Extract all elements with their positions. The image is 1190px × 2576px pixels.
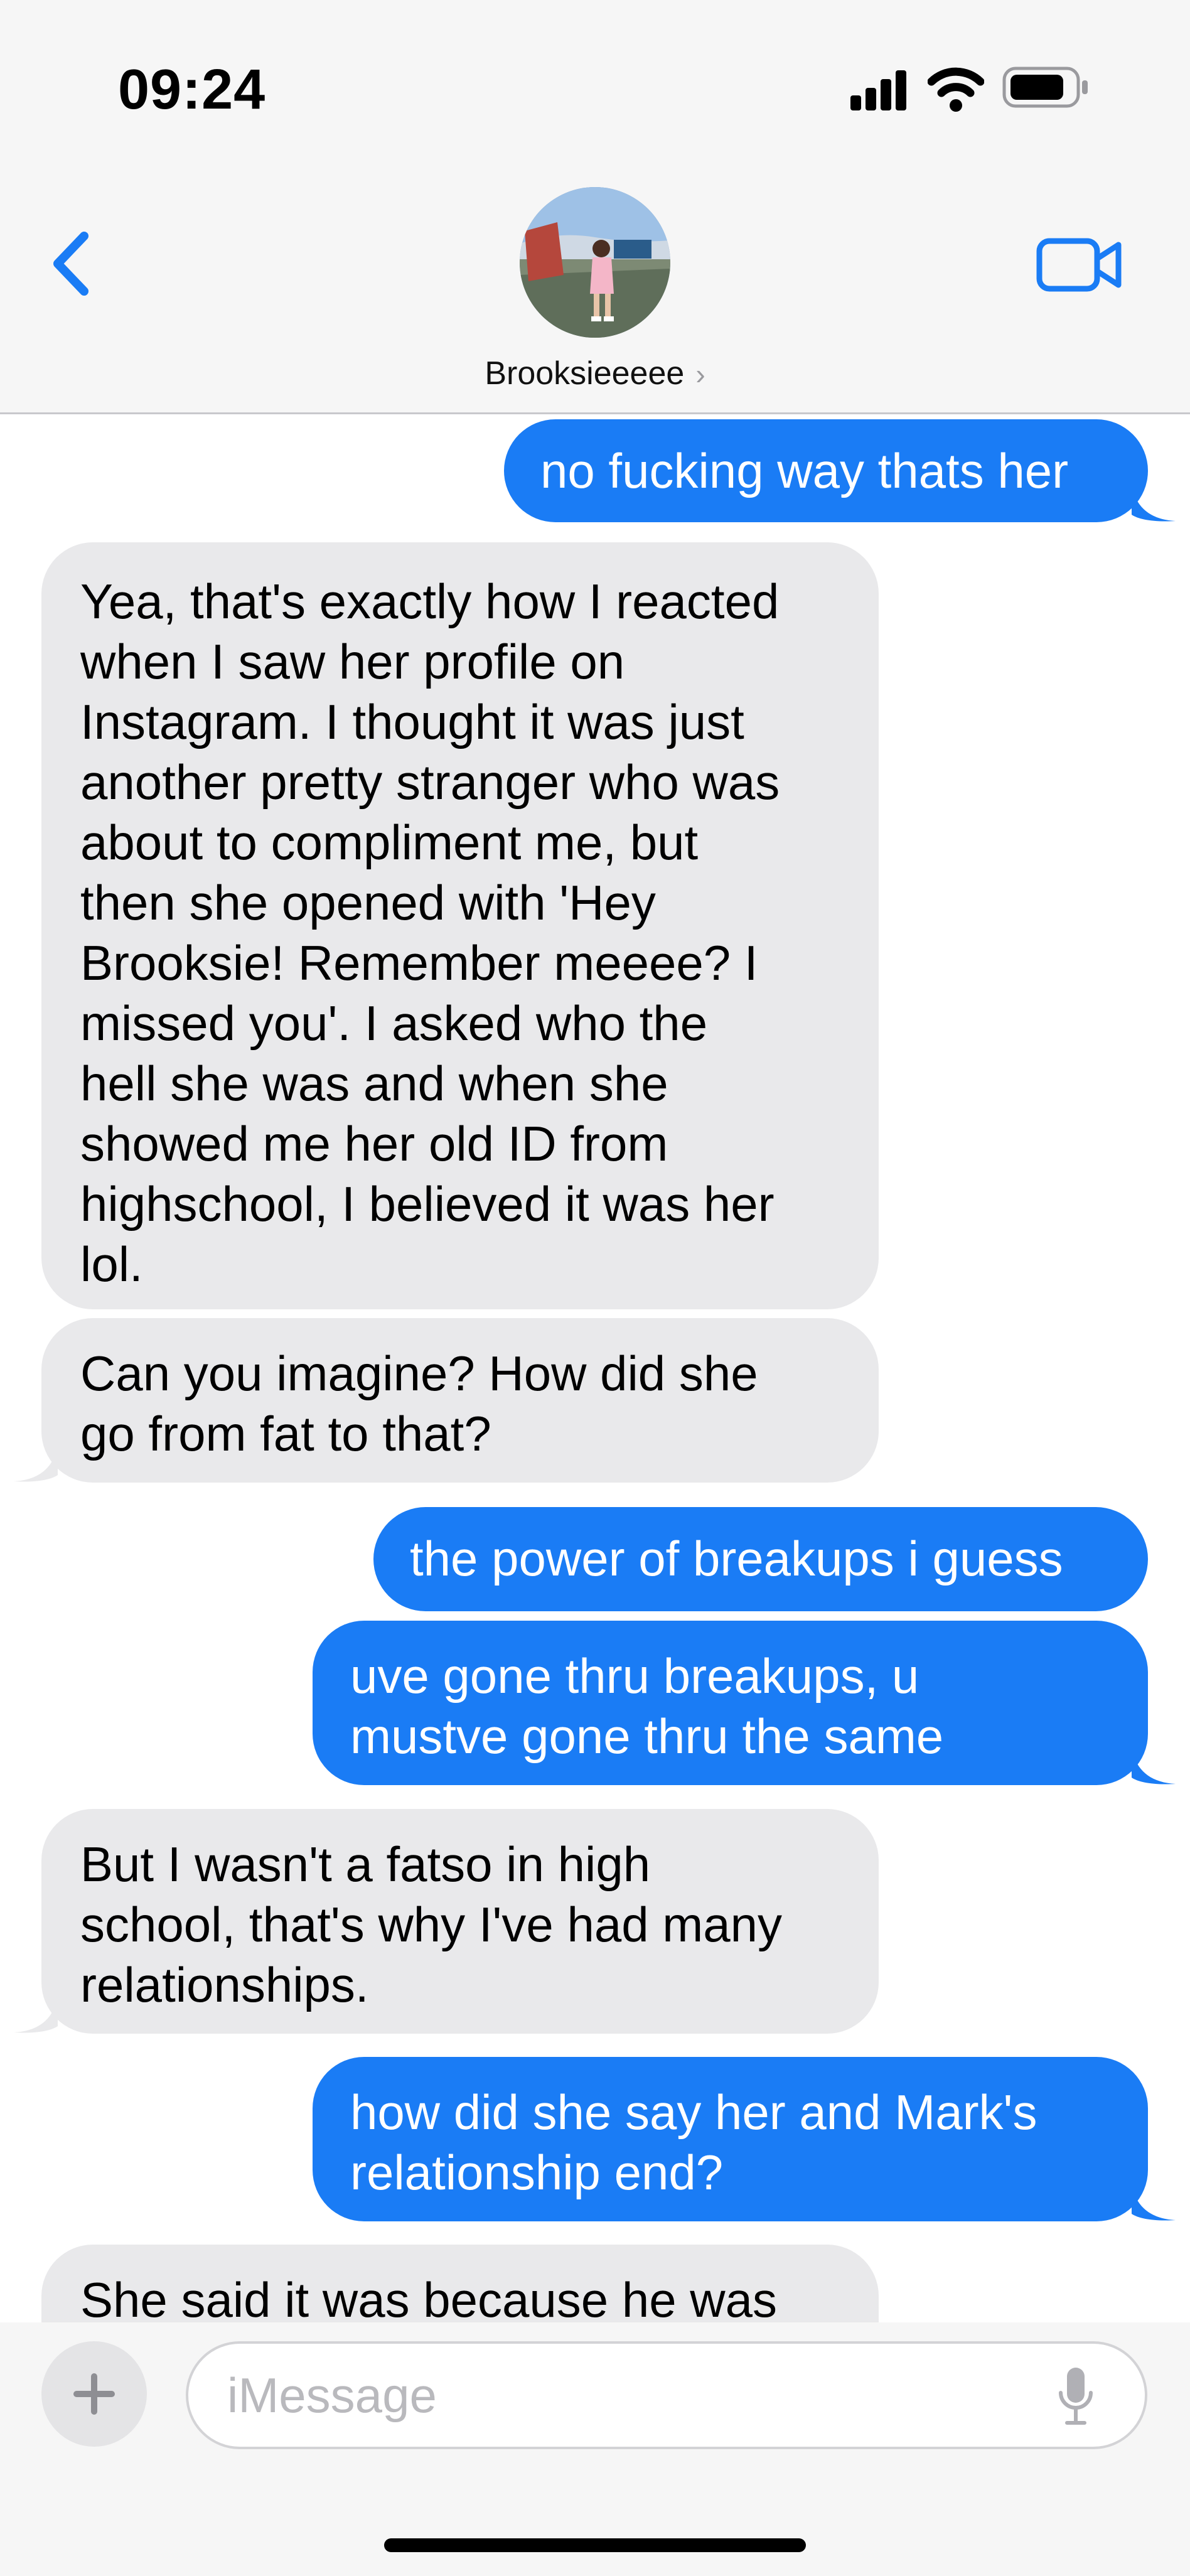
message-text: Can you imagine? How did she go from fat… bbox=[80, 1346, 758, 1461]
conversation-header: 09:24 Brooksieeeee › bbox=[0, 0, 1190, 414]
bubble-tail bbox=[1132, 1747, 1176, 1784]
received-message-bubble[interactable]: She said it was because he was bbox=[41, 2245, 879, 2322]
bubble-tail bbox=[1132, 2184, 1176, 2221]
video-call-icon[interactable] bbox=[1036, 233, 1123, 296]
message-text: Yea, that's exactly how I reacted when I… bbox=[80, 574, 780, 1292]
home-indicator[interactable] bbox=[384, 2538, 806, 2552]
chevron-right-icon: › bbox=[695, 358, 705, 390]
microphone-icon[interactable] bbox=[1057, 2365, 1095, 2428]
battery-icon bbox=[1002, 67, 1088, 108]
message-text: She said it was because he was bbox=[80, 2272, 777, 2322]
message-text: uve gone thru breakups, u mustve gone th… bbox=[350, 1648, 944, 1764]
bubble-tail bbox=[14, 1996, 58, 2033]
message-text: how did she say her and Mark's relations… bbox=[350, 2085, 1037, 2200]
plus-button[interactable] bbox=[41, 2341, 147, 2447]
received-message-bubble[interactable]: Yea, that's exactly how I reacted when I… bbox=[41, 542, 879, 1309]
sent-message-bubble[interactable]: how did she say her and Mark's relations… bbox=[313, 2057, 1176, 2221]
sent-message-bubble[interactable]: the power of breakups i guess bbox=[373, 1507, 1148, 1611]
wifi-icon bbox=[928, 67, 984, 112]
sent-message-bubble[interactable]: no fucking way thats her bbox=[504, 419, 1176, 522]
contact-name-label: Brooksieeeee bbox=[485, 355, 685, 392]
sent-message-bubble[interactable]: uve gone thru breakups, u mustve gone th… bbox=[313, 1621, 1176, 1785]
plus-icon bbox=[73, 2373, 115, 2415]
message-text: But I wasn't a fatso in high school, tha… bbox=[80, 1837, 783, 2012]
contact-avatar[interactable] bbox=[520, 187, 670, 338]
signal-icon bbox=[850, 69, 907, 110]
back-chevron-icon[interactable] bbox=[44, 226, 100, 301]
message-text: the power of breakups i guess bbox=[410, 1531, 1063, 1586]
received-message-bubble[interactable]: But I wasn't a fatso in high school, tha… bbox=[14, 1809, 879, 2034]
bubble-tail bbox=[14, 1445, 58, 1482]
message-input[interactable] bbox=[186, 2341, 1147, 2449]
status-time: 09:24 bbox=[118, 58, 266, 121]
contact-name[interactable]: Brooksieeeee › bbox=[0, 355, 1190, 392]
message-text: no fucking way thats her bbox=[540, 443, 1069, 498]
received-message-bubble[interactable]: Can you imagine? How did she go from fat… bbox=[14, 1318, 879, 1483]
bubble-tail bbox=[1132, 485, 1176, 522]
message-thread[interactable]: no fucking way thats her Yea, that's exa… bbox=[0, 414, 1190, 2322]
